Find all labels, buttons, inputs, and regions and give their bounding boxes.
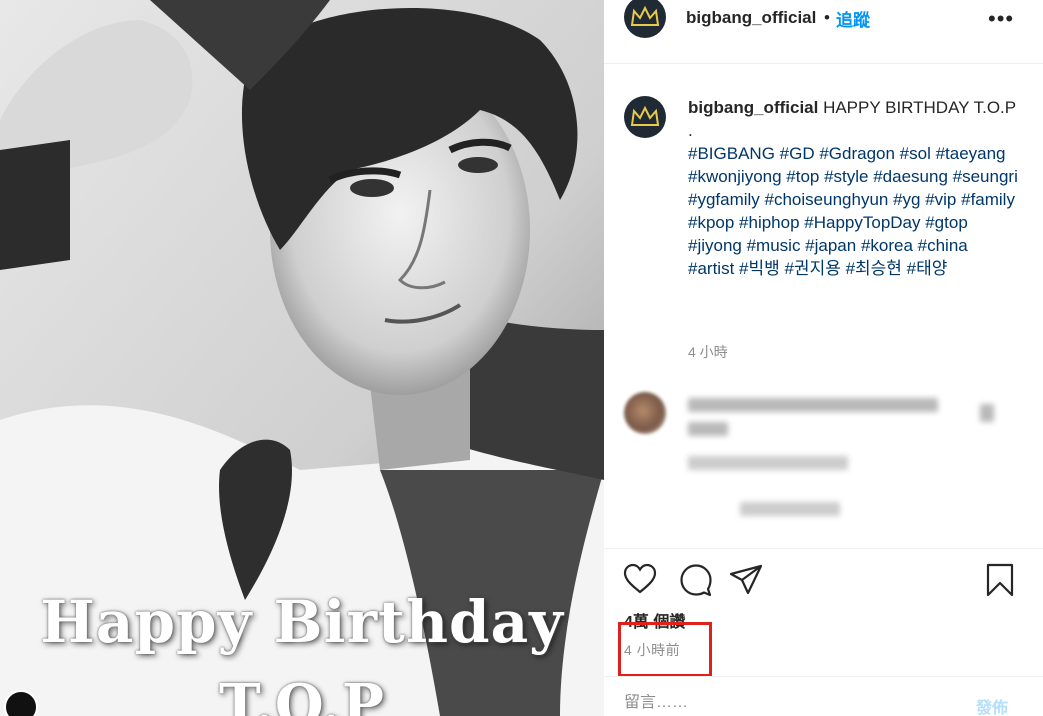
blurred-comment	[624, 392, 1034, 532]
header-username[interactable]: bigbang_official	[686, 8, 816, 28]
post-actions	[622, 562, 1022, 602]
heart-icon[interactable]	[622, 562, 658, 598]
divider	[604, 676, 1043, 677]
caption-dot: .	[688, 121, 693, 140]
profile-avatar[interactable]	[624, 0, 666, 38]
photo-title-line2: T.O.P	[218, 672, 386, 716]
header-separator: •	[824, 8, 830, 27]
bookmark-icon[interactable]	[982, 562, 1018, 598]
follow-button[interactable]: 追蹤	[836, 6, 870, 31]
post-header: bigbang_official • 追蹤 •••	[604, 0, 1043, 64]
commenter-avatar[interactable]	[624, 392, 666, 434]
post-sidebar: bigbang_official • 追蹤 ••• bigbang_offici…	[604, 0, 1043, 716]
share-icon[interactable]	[728, 562, 764, 598]
post-comment-button[interactable]: 發佈	[976, 694, 1008, 716]
post-photo[interactable]: Happy Birthday T.O.P	[0, 0, 604, 716]
crown-icon	[630, 105, 660, 126]
comment-input[interactable]	[624, 694, 944, 712]
photo-title-line1: Happy Birthday	[40, 588, 564, 656]
photo-tag-icon[interactable]	[4, 690, 38, 716]
blurred-comment-text	[688, 422, 728, 436]
comment-icon[interactable]	[678, 562, 714, 598]
caption-timestamp: 4 小時	[688, 344, 728, 360]
highlight-box	[618, 622, 712, 677]
caption-avatar[interactable]	[624, 96, 666, 138]
blurred-view-replies[interactable]	[740, 502, 840, 516]
caption-body: bigbang_official HAPPY BIRTHDAY T.O.P . …	[688, 96, 1018, 280]
caption-username[interactable]: bigbang_official	[688, 98, 818, 117]
crown-icon	[630, 5, 660, 26]
caption-text: HAPPY BIRTHDAY T.O.P	[818, 98, 1017, 117]
caption-hashtags[interactable]: #BIGBANG #GD #Gdragon #sol #taeyang #kwo…	[688, 144, 1018, 278]
blurred-like-icon[interactable]	[980, 404, 994, 422]
divider	[604, 548, 1043, 549]
blurred-comment-text	[688, 398, 938, 412]
more-options-icon[interactable]: •••	[988, 6, 1014, 32]
blurred-comment-meta	[688, 456, 848, 470]
